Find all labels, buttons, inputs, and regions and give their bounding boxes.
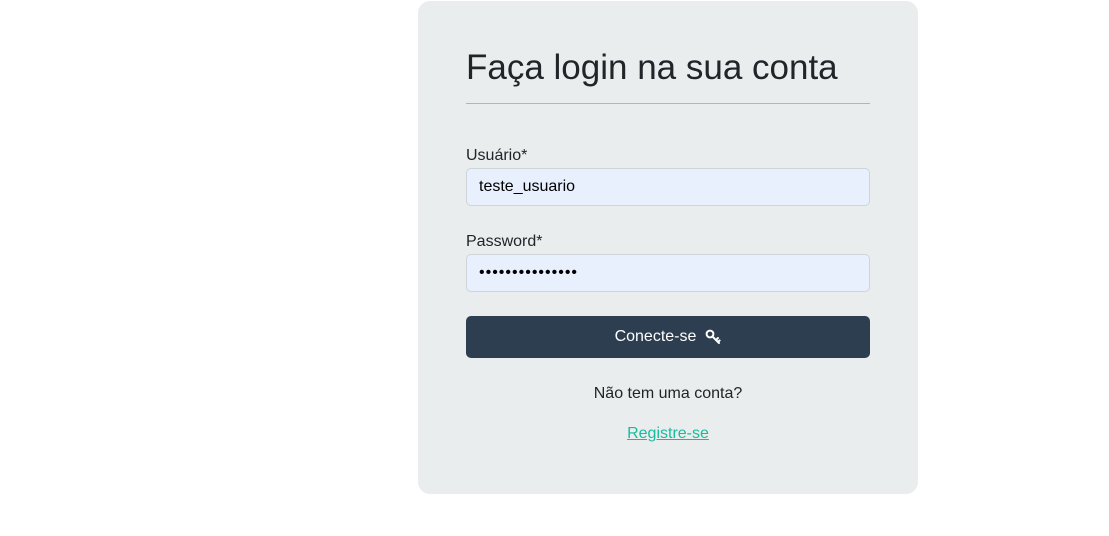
username-label: Usuário* bbox=[466, 147, 528, 164]
key-icon bbox=[705, 329, 722, 345]
username-input[interactable] bbox=[466, 168, 870, 206]
password-label: Password* bbox=[466, 233, 543, 250]
no-account-text: Não tem uma conta? bbox=[593, 385, 743, 402]
register-wrapper: Registre-se bbox=[418, 424, 918, 444]
register-link[interactable]: Registre-se bbox=[627, 425, 709, 442]
login-button[interactable]: Conecte-se bbox=[466, 316, 870, 358]
login-button-label: Conecte-se bbox=[614, 328, 697, 345]
page-title: Faça login na sua conta bbox=[466, 48, 838, 87]
password-input[interactable] bbox=[466, 254, 870, 292]
login-card: Faça login na sua conta Usuário* Passwor… bbox=[418, 1, 918, 494]
title-divider bbox=[466, 103, 870, 104]
